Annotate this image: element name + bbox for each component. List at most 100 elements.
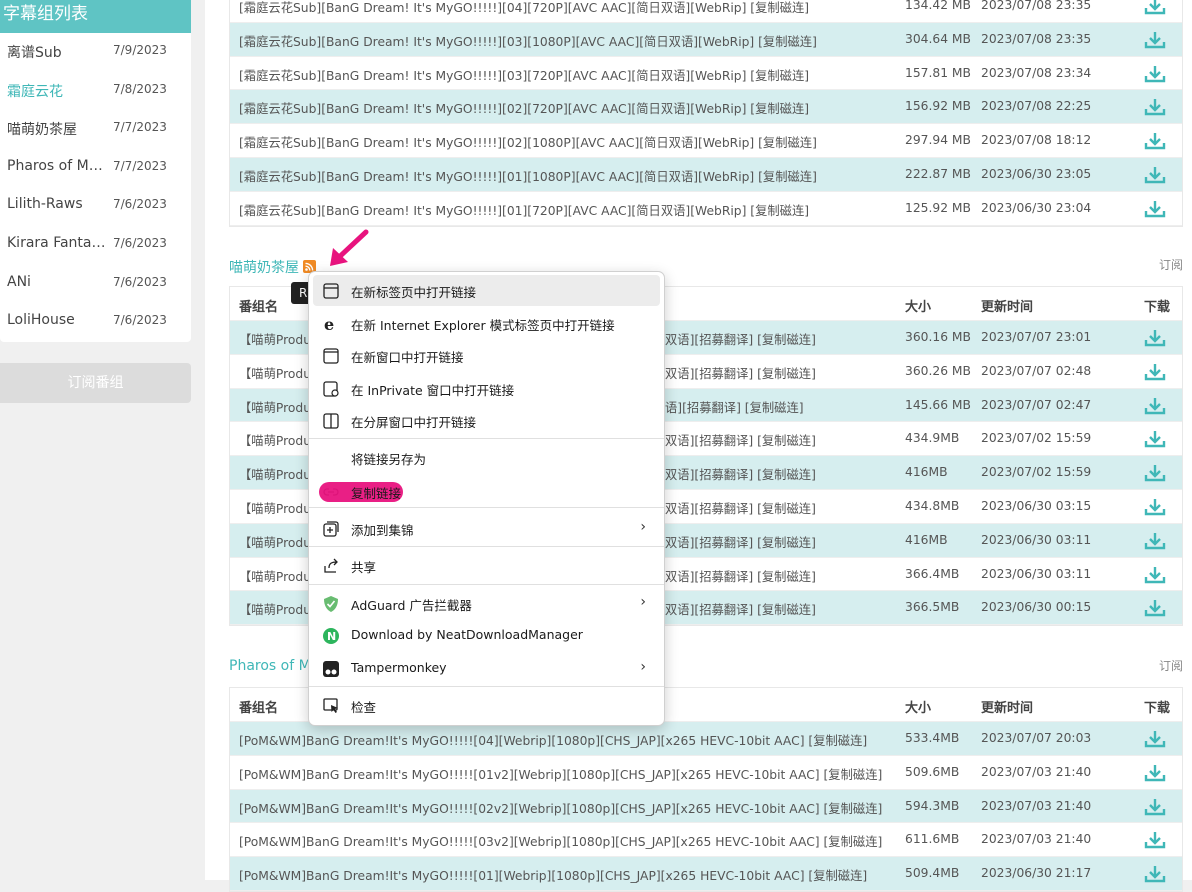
download-icon[interactable] [1144,497,1166,517]
release-date: 2023/06/30 03:11 [981,566,1092,581]
release-title-tail[interactable]: 语][招募翻译] [复制磁连] [665,398,804,416]
svg-text:e: e [324,315,334,333]
release-title-link[interactable]: [PoM&WM]BanG Dream!It's MyGO!!!!![02v2][… [239,799,882,817]
sidebar-item[interactable]: 喵萌奶茶屋 7/7/2023 [0,119,191,157]
section-title-pharos[interactable]: Pharos of My [229,658,319,674]
release-size: 509.4MB [905,866,960,881]
section-title-nekomoe[interactable]: 喵萌奶茶屋 [229,257,316,277]
download-icon[interactable] [1144,396,1166,416]
release-title-link[interactable]: [霜庭云花Sub][BanG Dream! It's MyGO!!!!!][01… [239,201,809,219]
menu-item-inprivate[interactable]: 在 InPrivate 窗口中打开链接 [313,373,660,404]
download-icon[interactable] [1144,30,1166,50]
release-size: 594.3MB [905,798,960,813]
download-icon[interactable] [1144,864,1166,884]
release-title-link[interactable]: [霜庭云花Sub][BanG Dream! It's MyGO!!!!!][03… [239,66,809,84]
release-date: 2023/07/08 23:35 [981,31,1092,46]
sidebar-item[interactable]: Pharos of MyGO 7/7/2023 [0,158,191,196]
download-icon[interactable] [1144,565,1166,585]
menu-item-split-screen[interactable]: 在分屏窗口中打开链接 [313,405,660,436]
menu-separator [309,546,664,547]
release-title-link[interactable]: [霜庭云花Sub][BanG Dream! It's MyGO!!!!!][04… [239,0,809,16]
sidebar-item-name[interactable]: 喵萌奶茶屋 [7,119,107,139]
release-title-link[interactable]: 【喵萌Produ [239,567,311,585]
header-updated: 更新时间 [981,701,1034,716]
menu-item-new-tab[interactable]: 在新标签页中打开链接 [313,275,660,306]
release-title-link[interactable]: [霜庭云花Sub][BanG Dream! It's MyGO!!!!!][01… [239,167,817,185]
release-title-link[interactable]: 【喵萌Produ [239,431,311,449]
release-date: 2023/07/02 15:59 [981,431,1092,446]
download-icon[interactable] [1144,97,1166,117]
section-title-text[interactable]: 喵萌奶茶屋 [229,260,299,276]
sidebar-item[interactable]: Kirara Fantasia 7/6/2023 [0,235,191,273]
download-icon[interactable] [1144,729,1166,749]
download-icon[interactable] [1144,797,1166,817]
download-icon[interactable] [1144,199,1166,219]
sidebar-item-name[interactable]: ANi [7,274,107,290]
release-title-tail[interactable]: 双语][招募翻译] [复制磁连] [665,465,816,483]
menu-item-save-link-as[interactable]: 将链接另存为 [313,442,660,473]
annotation-arrow-icon [330,229,369,266]
release-title-tail[interactable]: 双语][招募翻译] [复制磁连] [665,533,816,551]
release-title-link[interactable]: 【喵萌Produ [239,330,311,348]
sidebar-item-name[interactable]: Lilith-Raws [7,196,107,212]
menu-item-link[interactable]: 复制链接 [313,476,660,507]
menu-item-tampermonkey[interactable]: Tampermonkey › [313,653,660,684]
release-title-tail[interactable]: 双语][招募翻译] [复制磁连] [665,499,816,517]
menu-item-share[interactable]: 共享 [313,550,660,581]
menu-item-ndm[interactable]: N Download by NeatDownloadManager [313,620,660,651]
sidebar-item[interactable]: 霜庭云花 7/8/2023 [0,81,191,119]
release-size: 416MB [905,465,948,480]
menu-item-new-window[interactable]: 在新窗口中打开链接 [313,340,660,371]
release-title-tail[interactable]: 双语][招募翻译] [复制磁连] [665,567,816,585]
release-date: 2023/07/08 22:25 [981,99,1092,114]
table-row: [PoM&WM]BanG Dream!It's MyGO!!!!![01v2][… [230,756,1182,790]
menu-item-inspect[interactable]: 检查 [313,690,660,721]
release-title-link[interactable]: 【喵萌Produ [239,600,311,618]
new-window-icon [322,347,340,365]
release-title-link[interactable]: [霜庭云花Sub][BanG Dream! It's MyGO!!!!!][02… [239,133,817,151]
download-icon[interactable] [1144,763,1166,783]
release-title-link[interactable]: [霜庭云花Sub][BanG Dream! It's MyGO!!!!!][03… [239,32,817,50]
download-icon[interactable] [1144,165,1166,185]
download-icon[interactable] [1144,0,1166,16]
subscribe-button[interactable]: 订阅番组 [0,363,191,403]
release-title-link[interactable]: [霜庭云花Sub][BanG Dream! It's MyGO!!!!!][02… [239,99,809,117]
sidebar-item-date: 7/6/2023 [113,197,167,212]
download-icon[interactable] [1144,64,1166,84]
release-title-link[interactable]: 【喵萌Produ [239,499,311,517]
release-title-link[interactable]: 【喵萌Produ [239,398,311,416]
sidebar-item-name[interactable]: 霜庭云花 [7,81,107,101]
subscribe-link-nekomoe[interactable]: 订阅 [1159,256,1183,273]
download-icon[interactable] [1144,830,1166,850]
menu-item-collections[interactable]: 添加到集锦 › [313,513,660,544]
menu-item-ie[interactable]: e 在新 Internet Explorer 模式标签页中打开链接 [313,308,660,339]
release-title-link[interactable]: [PoM&WM]BanG Dream!It's MyGO!!!!![01v2][… [239,765,882,783]
sidebar-item[interactable]: Lilith-Raws 7/6/2023 [0,196,191,234]
release-title-link[interactable]: 【喵萌Produ [239,533,311,551]
release-title-link[interactable]: [PoM&WM]BanG Dream!It's MyGO!!!!![01][We… [239,866,867,884]
release-title-tail[interactable]: 双语][招募翻译] [复制磁连] [665,364,816,382]
download-icon[interactable] [1144,598,1166,618]
sidebar-item-name[interactable]: LoliHouse [7,312,107,328]
sidebar-item-name[interactable]: 离谱Sub [7,42,107,62]
sidebar-item-name[interactable]: Kirara Fantasia [7,235,107,251]
download-icon[interactable] [1144,131,1166,151]
release-title-tail[interactable]: 双语][招募翻译] [复制磁连] [665,330,816,348]
sidebar-item[interactable]: ANi 7/6/2023 [0,274,191,312]
release-title-link[interactable]: [PoM&WM]BanG Dream!It's MyGO!!!!![04][We… [239,731,867,749]
subscribe-link-pharos[interactable]: 订阅 [1159,657,1183,674]
download-icon[interactable] [1144,429,1166,449]
sidebar-item[interactable]: 离谱Sub 7/9/2023 [0,42,191,80]
release-title-tail[interactable]: 双语][招募翻译] [复制磁连] [665,431,816,449]
sidebar-item[interactable]: LoliHouse 7/6/2023 [0,312,191,350]
download-icon[interactable] [1144,362,1166,382]
release-title-link[interactable]: 【喵萌Produ [239,465,311,483]
download-icon[interactable] [1144,328,1166,348]
menu-item-adguard[interactable]: AdGuard 广告拦截器 › [313,588,660,619]
download-icon[interactable] [1144,463,1166,483]
release-title-link[interactable]: 【喵萌Produ [239,364,311,382]
release-title-tail[interactable]: 双语][招募翻译] [复制磁连] [665,600,816,618]
sidebar-item-name[interactable]: Pharos of MyGO [7,158,107,174]
download-icon[interactable] [1144,531,1166,551]
release-title-link[interactable]: [PoM&WM]BanG Dream!It's MyGO!!!!![03v2][… [239,832,882,850]
